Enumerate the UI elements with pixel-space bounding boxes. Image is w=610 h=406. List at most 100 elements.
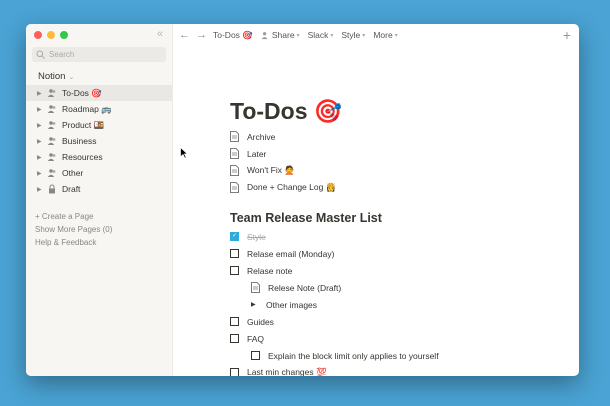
checkbox[interactable]: [230, 368, 239, 376]
page-link-relese-note-draft[interactable]: Relese Note (Draft): [230, 279, 560, 296]
todo-item-style: ✓ Style: [230, 228, 560, 245]
expand-triangle-icon[interactable]: ▶: [37, 106, 47, 113]
expand-triangle-icon[interactable]: ▶: [37, 170, 47, 177]
todo-item-relase-email: Relase email (Monday): [230, 245, 560, 262]
create-page-button[interactable]: + Create a Page: [35, 210, 112, 223]
todo-item-relase-note: Relase note: [230, 262, 560, 279]
checkbox[interactable]: [230, 266, 239, 275]
people-icon: [47, 169, 56, 177]
page-content: To-Dos 🎯 Archive Later Won't Fix 🙅 Done …: [230, 94, 560, 376]
sidebar-item-business[interactable]: ▶ Business: [26, 133, 172, 149]
expand-triangle-icon[interactable]: ▶: [37, 138, 47, 145]
sidebar-item-product[interactable]: ▶ Product 🍱: [26, 117, 172, 133]
chevron-down-icon: ▾: [296, 32, 300, 39]
add-icon[interactable]: +: [563, 27, 571, 43]
more-button[interactable]: More ▾: [373, 30, 397, 40]
people-icon: [47, 137, 56, 145]
page-link-label: Archive: [247, 131, 276, 142]
expand-triangle-icon[interactable]: ▶: [37, 90, 47, 97]
toggle-triangle-icon[interactable]: ▶: [251, 301, 258, 308]
breadcrumb[interactable]: To-Dos 🎯: [213, 30, 253, 41]
todo-label[interactable]: FAQ: [247, 334, 264, 344]
share-button[interactable]: Share ▾: [261, 30, 300, 40]
todo-label[interactable]: Last min changes 💯: [247, 367, 327, 376]
page-link-wont-fix[interactable]: Won't Fix 🙅: [230, 162, 560, 179]
collapse-sidebar-icon[interactable]: «: [157, 28, 163, 40]
close-window-button[interactable]: [34, 31, 42, 39]
checkbox[interactable]: [251, 351, 260, 360]
expand-triangle-icon[interactable]: ▶: [37, 154, 47, 161]
sidebar-item-label: Business: [62, 136, 97, 146]
page-link-archive[interactable]: Archive: [230, 128, 560, 145]
minimize-window-button[interactable]: [47, 31, 55, 39]
todo-item-explain-block-limit: Explain the block limit only applies to …: [230, 347, 560, 364]
document-icon: [251, 282, 260, 293]
search-icon: [36, 50, 45, 59]
expand-triangle-icon[interactable]: ▶: [37, 186, 47, 193]
sidebar-item-label: Draft: [62, 184, 81, 194]
sidebar-item-todos[interactable]: ▶ To-Dos 🎯: [26, 85, 172, 101]
forward-arrow-icon[interactable]: →: [196, 29, 207, 41]
todo-label[interactable]: Relase note: [247, 266, 292, 276]
sidebar-item-label: Roadmap 🚌: [62, 103, 112, 114]
todo-label[interactable]: Relase email (Monday): [247, 249, 334, 259]
expand-triangle-icon[interactable]: ▶: [37, 122, 47, 129]
todo-label[interactable]: Style: [247, 232, 266, 242]
lock-icon: [49, 184, 55, 194]
people-icon: [261, 31, 268, 39]
sidebar-item-label: Resources: [62, 152, 103, 162]
sidebar: « Search Notion ⌄ ▶ To-Dos 🎯 ▶ Roadmap 🚌 …: [26, 24, 173, 376]
checkbox[interactable]: [230, 334, 239, 343]
people-icon: [47, 153, 56, 161]
page-link-label: Relese Note (Draft): [268, 282, 342, 293]
show-more-pages-button[interactable]: Show More Pages (0): [35, 223, 112, 236]
help-feedback-button[interactable]: Help & Feedback: [35, 236, 112, 249]
sidebar-item-other[interactable]: ▶ Other: [26, 165, 172, 181]
maximize-window-button[interactable]: [60, 31, 68, 39]
app-window: « Search Notion ⌄ ▶ To-Dos 🎯 ▶ Roadmap 🚌 …: [26, 24, 579, 376]
window-controls: [34, 31, 68, 39]
sidebar-item-roadmap[interactable]: ▶ Roadmap 🚌: [26, 101, 172, 117]
chevron-down-icon: ▾: [394, 32, 398, 39]
style-button[interactable]: Style ▾: [341, 30, 365, 40]
search-placeholder: Search: [49, 50, 75, 59]
sidebar-nav: ▶ To-Dos 🎯 ▶ Roadmap 🚌 ▶ Product 🍱 ▶ Bus…: [26, 85, 172, 197]
slack-button[interactable]: Slack ▾: [308, 30, 334, 40]
people-icon: [47, 89, 56, 97]
page-link-done-change-log[interactable]: Done + Change Log 👸: [230, 179, 560, 196]
checkbox[interactable]: [230, 317, 239, 326]
page-title[interactable]: To-Dos 🎯: [230, 94, 560, 128]
todo-item-last-min-changes: Last min changes 💯: [230, 364, 560, 376]
document-icon: [230, 148, 239, 159]
checkbox-checked[interactable]: ✓: [230, 232, 239, 241]
page-link-later[interactable]: Later: [230, 145, 560, 162]
document-icon: [230, 165, 239, 176]
document-icon: [230, 182, 239, 193]
breadcrumb-label: To-Dos 🎯: [213, 29, 253, 40]
toggle-label: Other images: [266, 299, 318, 310]
back-arrow-icon[interactable]: ←: [179, 29, 190, 41]
people-icon: [47, 105, 56, 113]
workspace-switcher[interactable]: Notion ⌄: [38, 71, 74, 82]
search-input[interactable]: Search: [32, 47, 166, 62]
topbar: ← → To-Dos 🎯 Share ▾ Slack ▾ Style ▾ More ▾ …: [173, 24, 579, 46]
sidebar-item-label: Product 🍱: [62, 119, 105, 130]
chevron-down-icon: ▾: [362, 32, 366, 39]
style-label: Style: [341, 30, 361, 40]
more-label: More: [373, 30, 393, 40]
chevron-down-icon: ▾: [330, 32, 334, 39]
document-icon: [230, 131, 239, 142]
checkbox[interactable]: [230, 249, 239, 258]
todo-item-faq: FAQ: [230, 330, 560, 347]
page-link-label: Won't Fix 🙅: [247, 165, 295, 175]
sidebar-item-draft[interactable]: ▶ Draft: [26, 181, 172, 197]
section-heading[interactable]: Team Release Master List: [230, 208, 560, 228]
todo-label[interactable]: Guides: [247, 317, 274, 327]
toggle-other-images[interactable]: ▶ Other images: [230, 296, 560, 313]
page-link-label: Done + Change Log 👸: [247, 182, 337, 192]
page-link-label: Later: [247, 148, 267, 159]
sidebar-item-label: To-Dos 🎯: [62, 87, 102, 98]
todo-label[interactable]: Explain the block limit only applies to …: [268, 351, 439, 361]
workspace-name: Notion: [38, 71, 66, 82]
sidebar-item-resources[interactable]: ▶ Resources: [26, 149, 172, 165]
